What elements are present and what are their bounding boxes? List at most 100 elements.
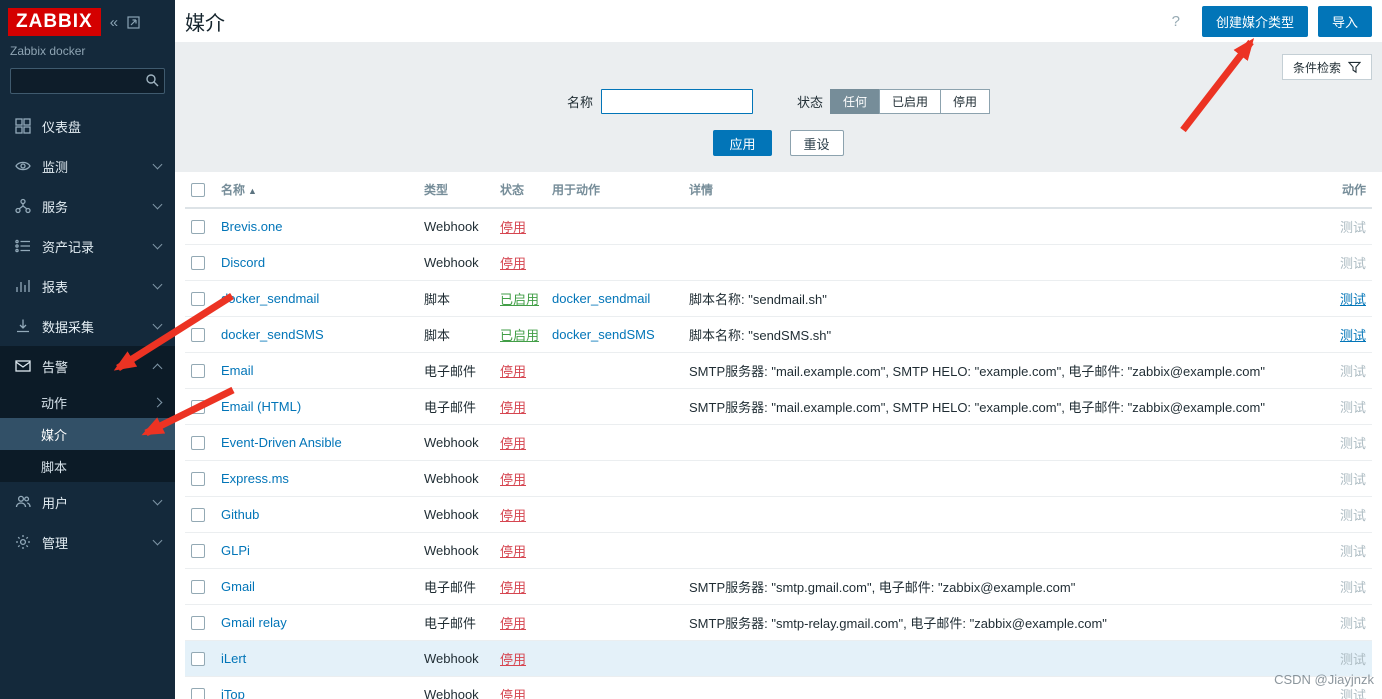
status-option-any[interactable]: 任何 (829, 88, 880, 114)
media-types-table: 名称 ▲ 类型 状态 用于动作 详情 动作 Brevis.one Webhook … (185, 172, 1372, 699)
sidebar-item-alerts[interactable]: 告警 (0, 346, 175, 386)
media-name-link[interactable]: Express.ms (221, 471, 289, 486)
sidebar-item-label: 媒介 (41, 427, 68, 443)
row-checkbox[interactable] (191, 472, 205, 487)
media-name-link[interactable]: GLPi (221, 543, 250, 558)
apply-button[interactable]: 应用 (713, 130, 772, 156)
media-name-link[interactable]: Email (221, 363, 254, 378)
row-checkbox[interactable] (191, 436, 205, 451)
media-name-link[interactable]: docker_sendSMS (221, 327, 324, 342)
test-link[interactable]: 测试 (1340, 364, 1366, 379)
row-checkbox[interactable] (191, 652, 205, 667)
media-name-link[interactable]: Event-Driven Ansible (221, 435, 342, 450)
test-link[interactable]: 测试 (1340, 436, 1366, 451)
create-media-type-button[interactable]: 创建媒介类型 (1201, 5, 1308, 37)
row-checkbox[interactable] (191, 220, 205, 235)
media-name-link[interactable]: Discord (221, 255, 265, 270)
media-details: 脚本名称: "sendSMS.sh" (683, 316, 1300, 353)
column-header-action: 动作 (1300, 172, 1372, 209)
test-link[interactable]: 测试 (1340, 400, 1366, 415)
sidebar-logo-row: ZABBIX « (0, 0, 175, 40)
media-type: 电子邮件 (418, 604, 494, 641)
media-details (683, 532, 1300, 569)
row-checkbox[interactable] (191, 256, 205, 271)
sidebar-item-administration[interactable]: 管理 (0, 522, 175, 562)
media-status-link[interactable]: 停用 (500, 688, 526, 699)
used-in-action-link[interactable]: docker_sendmail (552, 291, 650, 306)
media-status-link[interactable]: 停用 (500, 580, 526, 595)
sidebar-item-label: 动作 (41, 395, 68, 411)
test-link[interactable]: 测试 (1340, 328, 1366, 343)
sidebar-item-inventory[interactable]: 资产记录 (0, 226, 175, 266)
media-status-link[interactable]: 已启用 (500, 292, 539, 307)
row-checkbox[interactable] (191, 364, 205, 379)
media-name-link[interactable]: iLert (221, 651, 246, 666)
sidebar-item-scripts[interactable]: 脚本 (0, 450, 175, 482)
test-link[interactable]: 测试 (1340, 652, 1366, 667)
media-status-link[interactable]: 停用 (500, 508, 526, 523)
name-filter-label: 名称 (566, 94, 593, 110)
test-link[interactable]: 测试 (1340, 508, 1366, 523)
sidebar-item-services[interactable]: 服务 (0, 186, 175, 226)
row-checkbox[interactable] (191, 580, 205, 595)
table-row: GLPi Webhook 停用 测试 (185, 532, 1372, 569)
media-status-link[interactable]: 停用 (500, 544, 526, 559)
column-header-name[interactable]: 名称 ▲ (215, 172, 418, 209)
media-status-link[interactable]: 停用 (500, 364, 526, 379)
select-all-checkbox[interactable] (191, 182, 205, 197)
sidebar-item-actions[interactable]: 动作 (0, 386, 175, 418)
media-name-link[interactable]: iTop (221, 687, 245, 699)
media-name-link[interactable]: Gmail relay (221, 615, 287, 630)
sidebar-item-data-collection[interactable]: 数据采集 (0, 306, 175, 346)
name-filter-input[interactable] (600, 88, 753, 114)
row-checkbox[interactable] (191, 544, 205, 559)
sidebar-item-dashboard[interactable]: 仪表盘 (0, 106, 175, 146)
test-link[interactable]: 测试 (1340, 688, 1366, 699)
column-header-type[interactable]: 类型 (418, 172, 494, 209)
chevron-down-icon (152, 239, 163, 250)
sidebar-item-monitoring[interactable]: 监测 (0, 146, 175, 186)
media-name-link[interactable]: Email (HTML) (221, 399, 301, 414)
filter-tab[interactable]: 条件检索 (1281, 54, 1372, 80)
test-link[interactable]: 测试 (1340, 544, 1366, 559)
zabbix-logo[interactable]: ZABBIX (8, 8, 101, 36)
media-status-link[interactable]: 停用 (500, 472, 526, 487)
test-link[interactable]: 测试 (1340, 256, 1366, 271)
import-button[interactable]: 导入 (1317, 5, 1372, 37)
test-link[interactable]: 测试 (1340, 292, 1366, 307)
media-name-link[interactable]: Github (221, 507, 259, 522)
sidebar-item-users[interactable]: 用户 (0, 482, 175, 522)
media-status-link[interactable]: 停用 (500, 220, 526, 235)
help-icon[interactable]: ? (1172, 13, 1180, 30)
media-name-link[interactable]: Gmail (221, 579, 255, 594)
media-status-link[interactable]: 停用 (500, 400, 526, 415)
row-checkbox[interactable] (191, 400, 205, 415)
used-in-action-link[interactable]: docker_sendSMS (552, 327, 655, 342)
row-checkbox[interactable] (191, 688, 205, 699)
sidebar-item-reports[interactable]: 报表 (0, 266, 175, 306)
media-status-link[interactable]: 停用 (500, 256, 526, 271)
download-icon (14, 318, 31, 335)
hide-sidebar-icon[interactable] (127, 15, 140, 29)
test-link[interactable]: 测试 (1340, 580, 1366, 595)
media-status-link[interactable]: 停用 (500, 652, 526, 667)
media-name-link[interactable]: Brevis.one (221, 219, 282, 234)
search-icon[interactable] (145, 73, 159, 90)
test-link[interactable]: 测试 (1340, 220, 1366, 235)
sidebar-item-media[interactable]: 媒介 (0, 418, 175, 450)
sidebar-search-input[interactable] (10, 68, 165, 94)
collapse-sidebar-icon[interactable]: « (110, 14, 118, 31)
reset-button[interactable]: 重设 (789, 130, 844, 156)
row-checkbox[interactable] (191, 292, 205, 307)
media-status-link[interactable]: 停用 (500, 436, 526, 451)
media-status-link[interactable]: 停用 (500, 616, 526, 631)
test-link[interactable]: 测试 (1340, 472, 1366, 487)
media-status-link[interactable]: 已启用 (500, 328, 539, 343)
media-name-link[interactable]: docker_sendmail (221, 291, 319, 306)
status-option-enabled[interactable]: 已启用 (879, 88, 942, 114)
row-checkbox[interactable] (191, 508, 205, 523)
test-link[interactable]: 测试 (1340, 616, 1366, 631)
row-checkbox[interactable] (191, 616, 205, 631)
status-option-disabled[interactable]: 停用 (940, 88, 991, 114)
row-checkbox[interactable] (191, 328, 205, 343)
